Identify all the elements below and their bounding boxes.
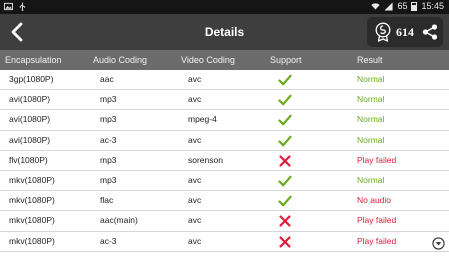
check-icon bbox=[278, 134, 292, 148]
check-icon bbox=[278, 113, 292, 127]
cell-video-coding: avc bbox=[188, 195, 202, 206]
cell-video-coding: avc bbox=[188, 174, 202, 185]
cell-audio-coding: aac bbox=[100, 74, 114, 84]
cross-icon bbox=[278, 214, 292, 228]
cell-encapsulation: mkv(1080P) bbox=[9, 174, 55, 185]
cell-result: Normal bbox=[357, 74, 385, 84]
chevron-left-icon bbox=[11, 22, 23, 42]
share-icon[interactable] bbox=[422, 24, 438, 40]
medal-icon bbox=[375, 22, 391, 42]
table-row: mkv(1080P) mp3 avc Normal bbox=[0, 170, 449, 192]
cell-video-coding: avc bbox=[188, 94, 202, 105]
cell-video-coding: mpeg-4 bbox=[188, 114, 217, 125]
app-header: Details 614 bbox=[0, 14, 449, 50]
table-row: avi(1080P) mp3 avc Normal bbox=[0, 90, 449, 111]
table-row: 3gp(1080P) aac avc Normal bbox=[0, 70, 449, 91]
cell-audio-coding: aac(main) bbox=[100, 215, 138, 226]
cell-encapsulation: avi(1080P) bbox=[9, 134, 51, 145]
back-button[interactable] bbox=[6, 19, 28, 45]
column-header-row: Encapsulation Audio Coding Video Coding … bbox=[0, 50, 449, 70]
cell-audio-coding: mp3 bbox=[100, 94, 117, 105]
column-header-result: Result bbox=[357, 55, 383, 65]
gallery-icon bbox=[4, 2, 13, 11]
check-icon bbox=[278, 73, 292, 87]
cell-video-coding: avc bbox=[188, 235, 202, 246]
cell-video-coding: avc bbox=[188, 74, 202, 84]
cell-result: No audio bbox=[357, 195, 392, 206]
signal-strength: 65 bbox=[397, 1, 408, 11]
wifi-icon bbox=[371, 2, 381, 9]
battery-icon bbox=[411, 1, 418, 11]
clock: 15:45 bbox=[421, 1, 444, 11]
credits-count: 614 bbox=[396, 24, 414, 39]
cell-result: Normal bbox=[357, 94, 385, 105]
cell-result: Play failed bbox=[357, 215, 397, 226]
cell-video-coding: avc bbox=[188, 134, 202, 145]
cell-result: Normal bbox=[357, 114, 385, 125]
cell-result: Play failed bbox=[357, 154, 397, 165]
cell-encapsulation: avi(1080P) bbox=[9, 114, 51, 125]
column-header-support: Support bbox=[270, 55, 302, 65]
cell-video-coding: avc bbox=[188, 215, 202, 226]
credits-panel: 614 bbox=[367, 17, 443, 47]
check-icon bbox=[278, 93, 292, 107]
cross-icon bbox=[278, 154, 292, 168]
table-row: flv(1080P) mp3 sorenson Play failed bbox=[0, 150, 449, 171]
cell-encapsulation: mkv(1080P) bbox=[9, 235, 55, 246]
check-icon bbox=[278, 194, 292, 208]
cell-encapsulation: 3gp(1080P) bbox=[9, 74, 54, 84]
cell-audio-coding: ac-3 bbox=[100, 134, 117, 145]
cell-audio-coding: mp3 bbox=[100, 154, 117, 165]
cell-audio-coding: flac bbox=[100, 195, 114, 206]
cell-encapsulation: mkv(1080P) bbox=[9, 195, 55, 206]
signal-icon bbox=[384, 1, 394, 11]
cell-result: Normal bbox=[357, 134, 385, 145]
table-row: mkv(1080P) aac(main) avc Play failed bbox=[0, 211, 449, 232]
cell-audio-coding: ac-3 bbox=[100, 235, 117, 246]
cell-audio-coding: mp3 bbox=[100, 174, 117, 185]
table-row: mkv(1080P) ac-3 avc Play failed bbox=[0, 231, 449, 252]
cell-video-coding: sorenson bbox=[188, 154, 223, 165]
results-table: 3gp(1080P) aac avc Normal avi(1080P) mp3 avc No… bbox=[0, 70, 449, 252]
column-header-audio-coding: Audio Coding bbox=[93, 55, 148, 65]
column-header-video-coding: Video Coding bbox=[181, 55, 235, 65]
cell-encapsulation: avi(1080P) bbox=[9, 94, 51, 105]
cell-audio-coding: mp3 bbox=[100, 114, 117, 125]
cell-result: Play failed bbox=[357, 235, 397, 246]
cell-encapsulation: flv(1080P) bbox=[9, 154, 48, 165]
scroll-down-icon[interactable] bbox=[432, 237, 445, 250]
column-header-encapsulation: Encapsulation bbox=[5, 55, 62, 65]
table-row: avi(1080P) mp3 mpeg-4 Normal bbox=[0, 110, 449, 131]
cell-encapsulation: mkv(1080P) bbox=[9, 215, 55, 226]
check-icon bbox=[278, 174, 292, 188]
cross-icon bbox=[278, 235, 292, 249]
table-row: avi(1080P) ac-3 avc Normal bbox=[0, 130, 449, 151]
usb-icon bbox=[19, 2, 26, 11]
status-bar: 65 15:45 bbox=[0, 0, 449, 14]
table-row: mkv(1080P) flac avc No audio bbox=[0, 191, 449, 212]
cell-result: Normal bbox=[357, 174, 385, 185]
